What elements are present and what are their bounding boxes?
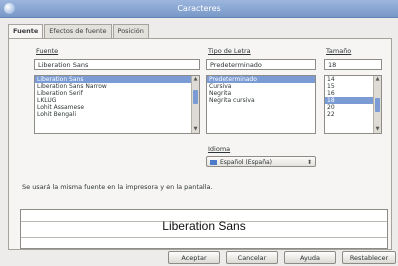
info-text: Se usará la misma fuente en la impresora… bbox=[22, 183, 213, 191]
font-preview: Liberation Sans bbox=[20, 209, 388, 249]
preview-guide-line bbox=[21, 237, 387, 238]
size-list[interactable]: 14 15 16 18 20 22 ▲ ▼ bbox=[324, 75, 382, 134]
tab-posicion[interactable]: Posición bbox=[112, 24, 149, 38]
size-list-scrollbar[interactable]: ▲ ▼ bbox=[373, 76, 381, 133]
preview-text: Liberation Sans bbox=[162, 219, 246, 233]
language-value: Español (España) bbox=[220, 159, 273, 166]
language-select[interactable]: Español (España) ⬍ bbox=[206, 156, 316, 167]
size-input[interactable]: 18 bbox=[324, 59, 382, 70]
font-list-item[interactable]: Liberation Sans Narrow bbox=[35, 83, 199, 90]
help-button[interactable]: Ayuda bbox=[284, 251, 336, 264]
style-list[interactable]: Predeterminado Cursiva Negrita Negrita c… bbox=[206, 75, 316, 134]
font-list-item[interactable]: Lohit Assamese bbox=[35, 104, 199, 111]
window-title: Caracteres bbox=[177, 4, 221, 13]
font-list-item[interactable]: LKLUG bbox=[35, 97, 199, 104]
language-flag-icon bbox=[210, 160, 217, 165]
scroll-thumb[interactable] bbox=[375, 98, 380, 112]
language-label: Idioma bbox=[208, 145, 231, 153]
size-label: Tamaño bbox=[326, 47, 352, 55]
font-list-item[interactable]: Lohit Bengali bbox=[35, 111, 199, 118]
style-list-item[interactable]: Negrita cursiva bbox=[207, 97, 315, 104]
window-titlebar[interactable]: Caracteres bbox=[0, 0, 398, 18]
font-list-item[interactable]: Liberation Sans bbox=[35, 76, 199, 83]
scroll-down-icon[interactable]: ▼ bbox=[192, 126, 199, 133]
tab-efectos-de-fuente[interactable]: Efectos de fuente bbox=[44, 24, 112, 38]
font-list-scrollbar[interactable]: ▲ ▼ bbox=[191, 76, 199, 133]
font-list-item[interactable]: Liberation Serif bbox=[35, 90, 199, 97]
cancel-button[interactable]: Cancelar bbox=[226, 251, 278, 264]
style-list-item[interactable]: Negrita bbox=[207, 90, 315, 97]
scroll-down-icon[interactable]: ▼ bbox=[374, 126, 381, 133]
scroll-up-icon[interactable]: ▲ bbox=[374, 76, 381, 83]
tab-bar: Fuente Efectos de fuente Posición bbox=[8, 24, 150, 39]
scroll-up-icon[interactable]: ▲ bbox=[192, 76, 199, 83]
style-input[interactable]: Predeterminado bbox=[206, 59, 316, 70]
font-list[interactable]: Liberation Sans Liberation Sans Narrow L… bbox=[34, 75, 200, 134]
app-icon bbox=[4, 3, 15, 14]
accept-button[interactable]: Aceptar bbox=[168, 251, 220, 264]
chevron-updown-icon: ⬍ bbox=[306, 159, 312, 166]
font-name-input[interactable]: Liberation Sans bbox=[34, 59, 200, 70]
scroll-thumb[interactable] bbox=[193, 90, 198, 104]
style-label: Tipo de Letra bbox=[208, 47, 251, 55]
style-list-item[interactable]: Cursiva bbox=[207, 83, 315, 90]
font-label: Fuente bbox=[36, 47, 59, 55]
style-list-item[interactable]: Predeterminado bbox=[207, 76, 315, 83]
tab-fuente[interactable]: Fuente bbox=[8, 24, 44, 39]
reset-button[interactable]: Restablecer bbox=[342, 251, 396, 264]
